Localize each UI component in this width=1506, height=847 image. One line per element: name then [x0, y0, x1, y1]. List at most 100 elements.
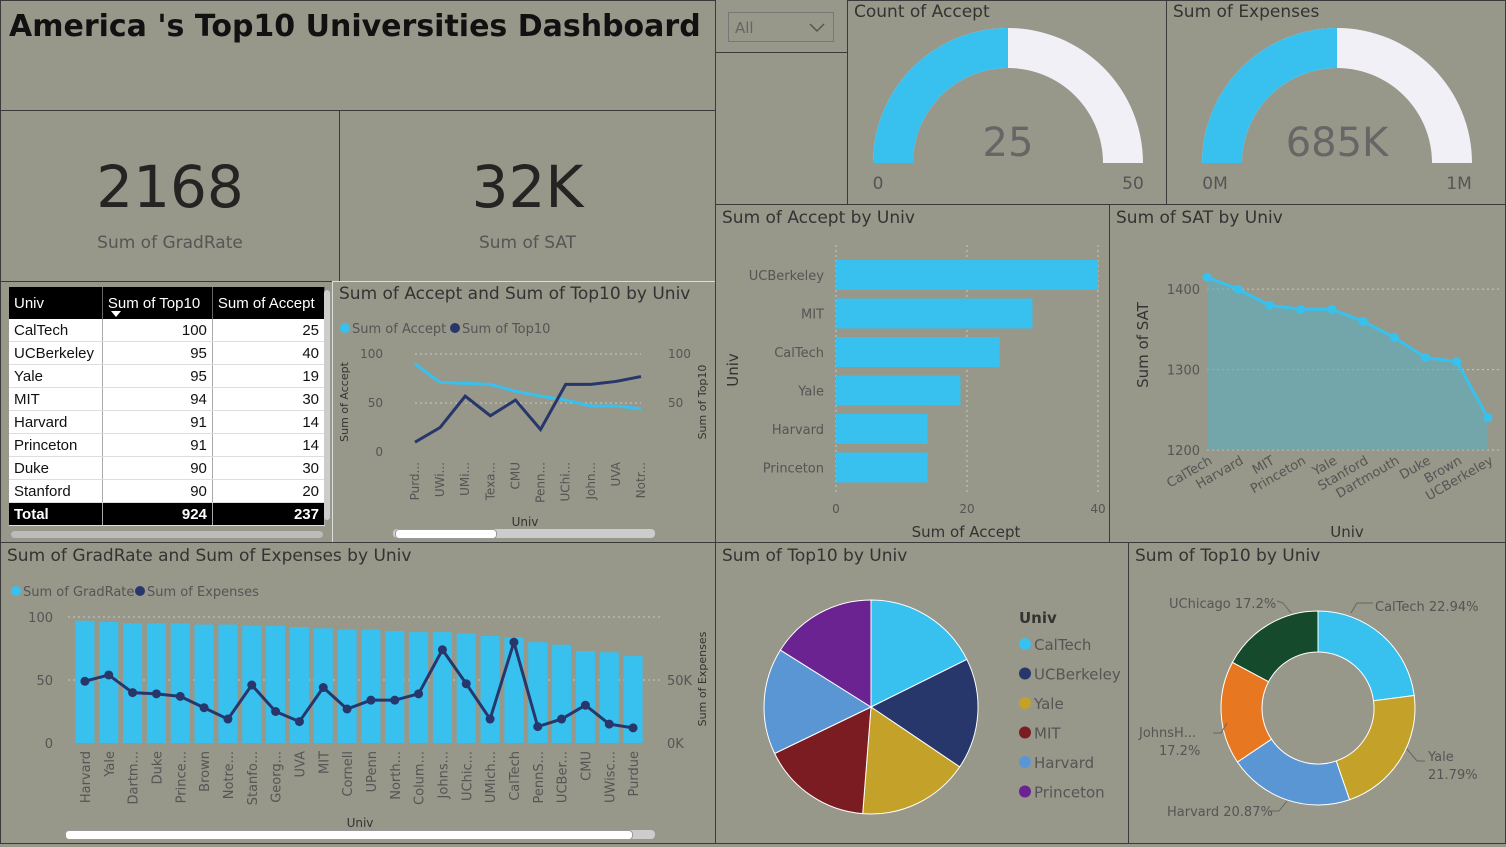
area-fill: [1207, 277, 1488, 450]
x-tick-label: UVA: [609, 461, 623, 486]
legend-marker: [450, 323, 460, 333]
x-axis-label: Univ: [347, 816, 374, 830]
data-point: [1296, 304, 1306, 314]
legend-label: CalTech: [1034, 636, 1091, 654]
col-header-top10[interactable]: Sum of Top10: [102, 287, 213, 319]
gauge-expenses: 685K 0M 1M: [1202, 28, 1472, 194]
y2-tick-label: 0K: [667, 737, 684, 752]
table-row[interactable]: Princeton 91 14: [9, 433, 326, 457]
bar: [552, 644, 572, 743]
data-point: [223, 714, 233, 724]
col-header-accept[interactable]: Sum of Accept: [212, 287, 326, 319]
kpi-gradrate-label: Sum of GradRate: [97, 233, 243, 253]
legend-label: Sum of Accept: [352, 322, 446, 337]
y-tick-label: 0: [375, 445, 383, 459]
data-point: [151, 689, 161, 699]
leader-line: [1406, 748, 1425, 762]
x-tick-label: Dartm...: [127, 751, 142, 804]
x-tick-label: Notre...: [222, 751, 237, 799]
table-vscroll[interactable]: [324, 290, 330, 520]
legend-marker: [135, 586, 145, 596]
bar: [218, 624, 238, 743]
data-point: [1327, 304, 1337, 314]
cell-univ: MIT: [9, 387, 103, 411]
combo-chart-hscroll-thumb[interactable]: [65, 830, 633, 840]
x-tick-label: Cornell: [341, 751, 356, 797]
top10-pie-chart: Univ CalTech UCBerkeley Yale MIT Harvard Princ…: [763, 599, 1121, 815]
gauge-expenses-max: 1M: [1446, 174, 1471, 194]
table-row[interactable]: UCBerkeley 95 40: [9, 341, 326, 365]
sort-desc-icon: [110, 311, 121, 317]
data-label: 21.79%: [1428, 768, 1478, 783]
data-label: UChicago 17.2%: [1169, 597, 1276, 612]
x-tick-label: PennS...: [532, 751, 547, 804]
x-tick-label: Notr...: [634, 462, 648, 498]
bar: [170, 623, 190, 743]
legend-label: UCBerkeley: [1034, 666, 1121, 684]
cell-univ: Yale: [9, 364, 103, 388]
y-tick-label: Princeton: [763, 462, 824, 477]
bar: [836, 337, 1000, 367]
gauge-accept-value: 25: [983, 120, 1034, 166]
x-axis-label: Univ: [512, 515, 539, 529]
legend-marker: [1019, 726, 1031, 739]
data-point: [533, 722, 543, 732]
univ-slicer-dropdown[interactable]: All: [728, 12, 834, 42]
data-point: [80, 676, 90, 686]
table-hscroll[interactable]: [11, 531, 323, 538]
y-tick-label: 1200: [1167, 444, 1200, 459]
cell-accept: 14: [212, 410, 326, 434]
data-point: [318, 683, 328, 693]
total-top10: 924: [102, 502, 213, 526]
x-tick-label: UChi...: [559, 462, 573, 502]
bar: [146, 623, 166, 743]
bar: [337, 629, 357, 743]
data-point: [580, 700, 590, 710]
gauge-expenses-min: 0M: [1202, 174, 1227, 194]
data-point: [366, 695, 376, 705]
table-row[interactable]: Harvard 91 14: [9, 410, 326, 434]
table-row[interactable]: CalTech 100 25: [9, 319, 326, 342]
y-tick-label: 100: [28, 611, 53, 626]
data-label: 17.2%: [1159, 744, 1200, 759]
x-tick-label: Penn...: [534, 462, 548, 503]
bar: [123, 623, 143, 743]
legend-label: Yale: [1033, 695, 1064, 713]
x-tick-label: UPenn: [365, 751, 380, 792]
data-point: [342, 704, 352, 714]
cell-univ: CalTech: [9, 319, 103, 342]
top10-donut-chart-panel: Sum of Top10 by Univ CalTech 22.94% Yale 2…: [1128, 542, 1506, 844]
bar: [409, 632, 429, 743]
cell-top10: 91: [102, 433, 213, 457]
y-tick-label: 1300: [1167, 364, 1200, 379]
y2-tick-label: 50: [668, 396, 683, 410]
table-row[interactable]: Stanford 90 20: [9, 479, 326, 503]
data-point: [628, 723, 638, 733]
legend-marker: [1019, 785, 1031, 798]
data-point: [271, 707, 281, 716]
y-axis-label: Univ: [724, 353, 742, 387]
legend-marker: [1019, 697, 1031, 709]
data-point: [294, 717, 304, 727]
col-header-univ[interactable]: Univ: [9, 287, 103, 319]
table-row[interactable]: Duke 90 30: [9, 456, 326, 480]
data-point: [1421, 353, 1431, 362]
data-label: Yale: [1427, 750, 1454, 765]
series-line: [414, 375, 642, 444]
x-tick-label: North...: [389, 751, 404, 800]
data-point: [485, 714, 495, 724]
x-tick-label: John...: [584, 462, 598, 501]
table-row[interactable]: MIT 94 30: [9, 387, 326, 411]
bar: [836, 414, 928, 444]
data-point: [414, 689, 424, 699]
legend-marker: [1019, 756, 1031, 768]
cell-top10: 100: [102, 319, 213, 342]
table-row[interactable]: Yale 95 19: [9, 364, 326, 388]
x-tick-label: CMU: [579, 751, 594, 781]
gauge-accept: 25 0 50: [873, 28, 1144, 194]
y-tick-label: MIT: [801, 308, 824, 323]
legend-marker: [1019, 667, 1031, 680]
gauge-accept-panel: Count of Accept 25 0 50: [847, 0, 1167, 205]
series-line: [84, 636, 634, 730]
line-chart-hscroll-thumb[interactable]: [395, 529, 497, 539]
